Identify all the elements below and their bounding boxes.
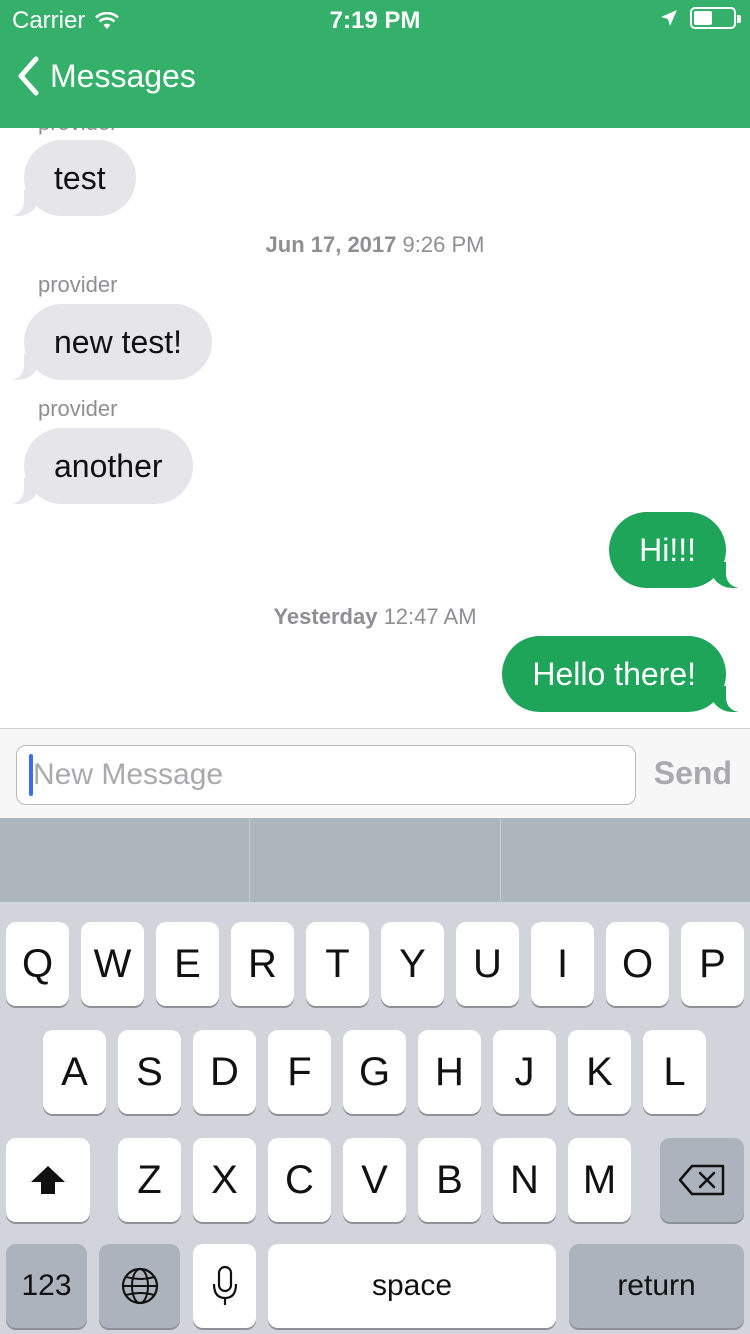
message-timestamp: Yesterday 12:47 AM [0,604,750,630]
key-h[interactable]: H [418,1030,481,1114]
key-n[interactable]: N [493,1138,556,1222]
status-time: 7:19 PM [329,7,421,34]
timestamp-day: Yesterday [273,604,378,629]
return-key[interactable]: return [569,1244,744,1328]
message-input[interactable] [33,746,629,804]
suggestion-slot[interactable] [0,818,251,902]
sender-label: provider [38,272,118,297]
chevron-left-icon [18,56,39,96]
key-f[interactable]: F [268,1030,331,1114]
key-a[interactable]: A [43,1030,106,1114]
key-t[interactable]: T [306,922,369,1006]
key-d[interactable]: D [193,1030,256,1114]
timestamp-time: 9:26 PM [402,232,485,257]
key-m[interactable]: M [568,1138,631,1222]
key-u[interactable]: U [456,922,519,1006]
message-list[interactable]: provider test Jun 17, 2017 9:26 PM provi… [0,128,750,728]
key-x[interactable]: X [193,1138,256,1222]
key-g[interactable]: G [343,1030,406,1114]
delete-key[interactable] [660,1138,744,1222]
back-label: Messages [50,57,196,94]
navigation-header: Carrier 7:19 PM Messages [0,0,750,128]
status-bar: Carrier 7:19 PM [0,0,750,40]
suggestion-slot[interactable] [250,818,501,902]
key-k[interactable]: K [568,1030,631,1114]
message-composer: Send [0,728,750,818]
globe-icon [121,1267,158,1305]
sender-label: provider [38,128,117,136]
battery-icon [690,7,741,29]
numbers-key[interactable]: 123 [6,1244,87,1328]
suggestion-slot[interactable] [501,818,750,902]
key-b[interactable]: B [418,1138,481,1222]
incoming-message[interactable]: new test! [3,304,213,380]
key-r[interactable]: R [231,922,294,1006]
incoming-message[interactable]: another [4,428,193,504]
back-button[interactable]: Messages [16,56,196,96]
shift-key[interactable] [6,1138,90,1222]
key-z[interactable]: Z [118,1138,181,1222]
key-v[interactable]: V [343,1138,406,1222]
key-c[interactable]: C [268,1138,331,1222]
message-field[interactable] [16,745,636,805]
key-w[interactable]: W [81,922,144,1006]
location-arrow-icon [661,10,677,26]
predictive-text-bar [0,818,750,902]
key-l[interactable]: L [643,1030,706,1114]
outgoing-message[interactable]: Hello there! [502,636,746,712]
key-s[interactable]: S [118,1030,181,1114]
timestamp-day: Jun 17, 2017 [265,232,397,257]
key-q[interactable]: Q [6,922,69,1006]
incoming-message[interactable]: test [4,140,136,216]
key-j[interactable]: J [493,1030,556,1114]
space-key[interactable]: space [268,1244,556,1328]
key-o[interactable]: O [606,922,669,1006]
message-timestamp: Jun 17, 2017 9:26 PM [0,232,750,258]
shift-arrow-icon [31,1166,65,1194]
key-y[interactable]: Y [381,922,444,1006]
outgoing-message[interactable]: Hi!!! [609,512,746,588]
send-button[interactable]: Send [654,755,732,792]
key-p[interactable]: P [681,922,744,1006]
microphone-icon [212,1265,237,1305]
status-right [660,7,741,29]
timestamp-time: 12:47 AM [383,604,477,629]
keyboard: Q W E R T Y U I O P A S D F G H J K L Z … [0,902,750,1334]
key-e[interactable]: E [156,922,219,1006]
key-i[interactable]: I [531,922,594,1006]
microphone-key[interactable] [193,1244,256,1328]
backspace-icon [678,1164,725,1196]
globe-key[interactable] [99,1244,180,1328]
sender-label: provider [38,396,118,421]
